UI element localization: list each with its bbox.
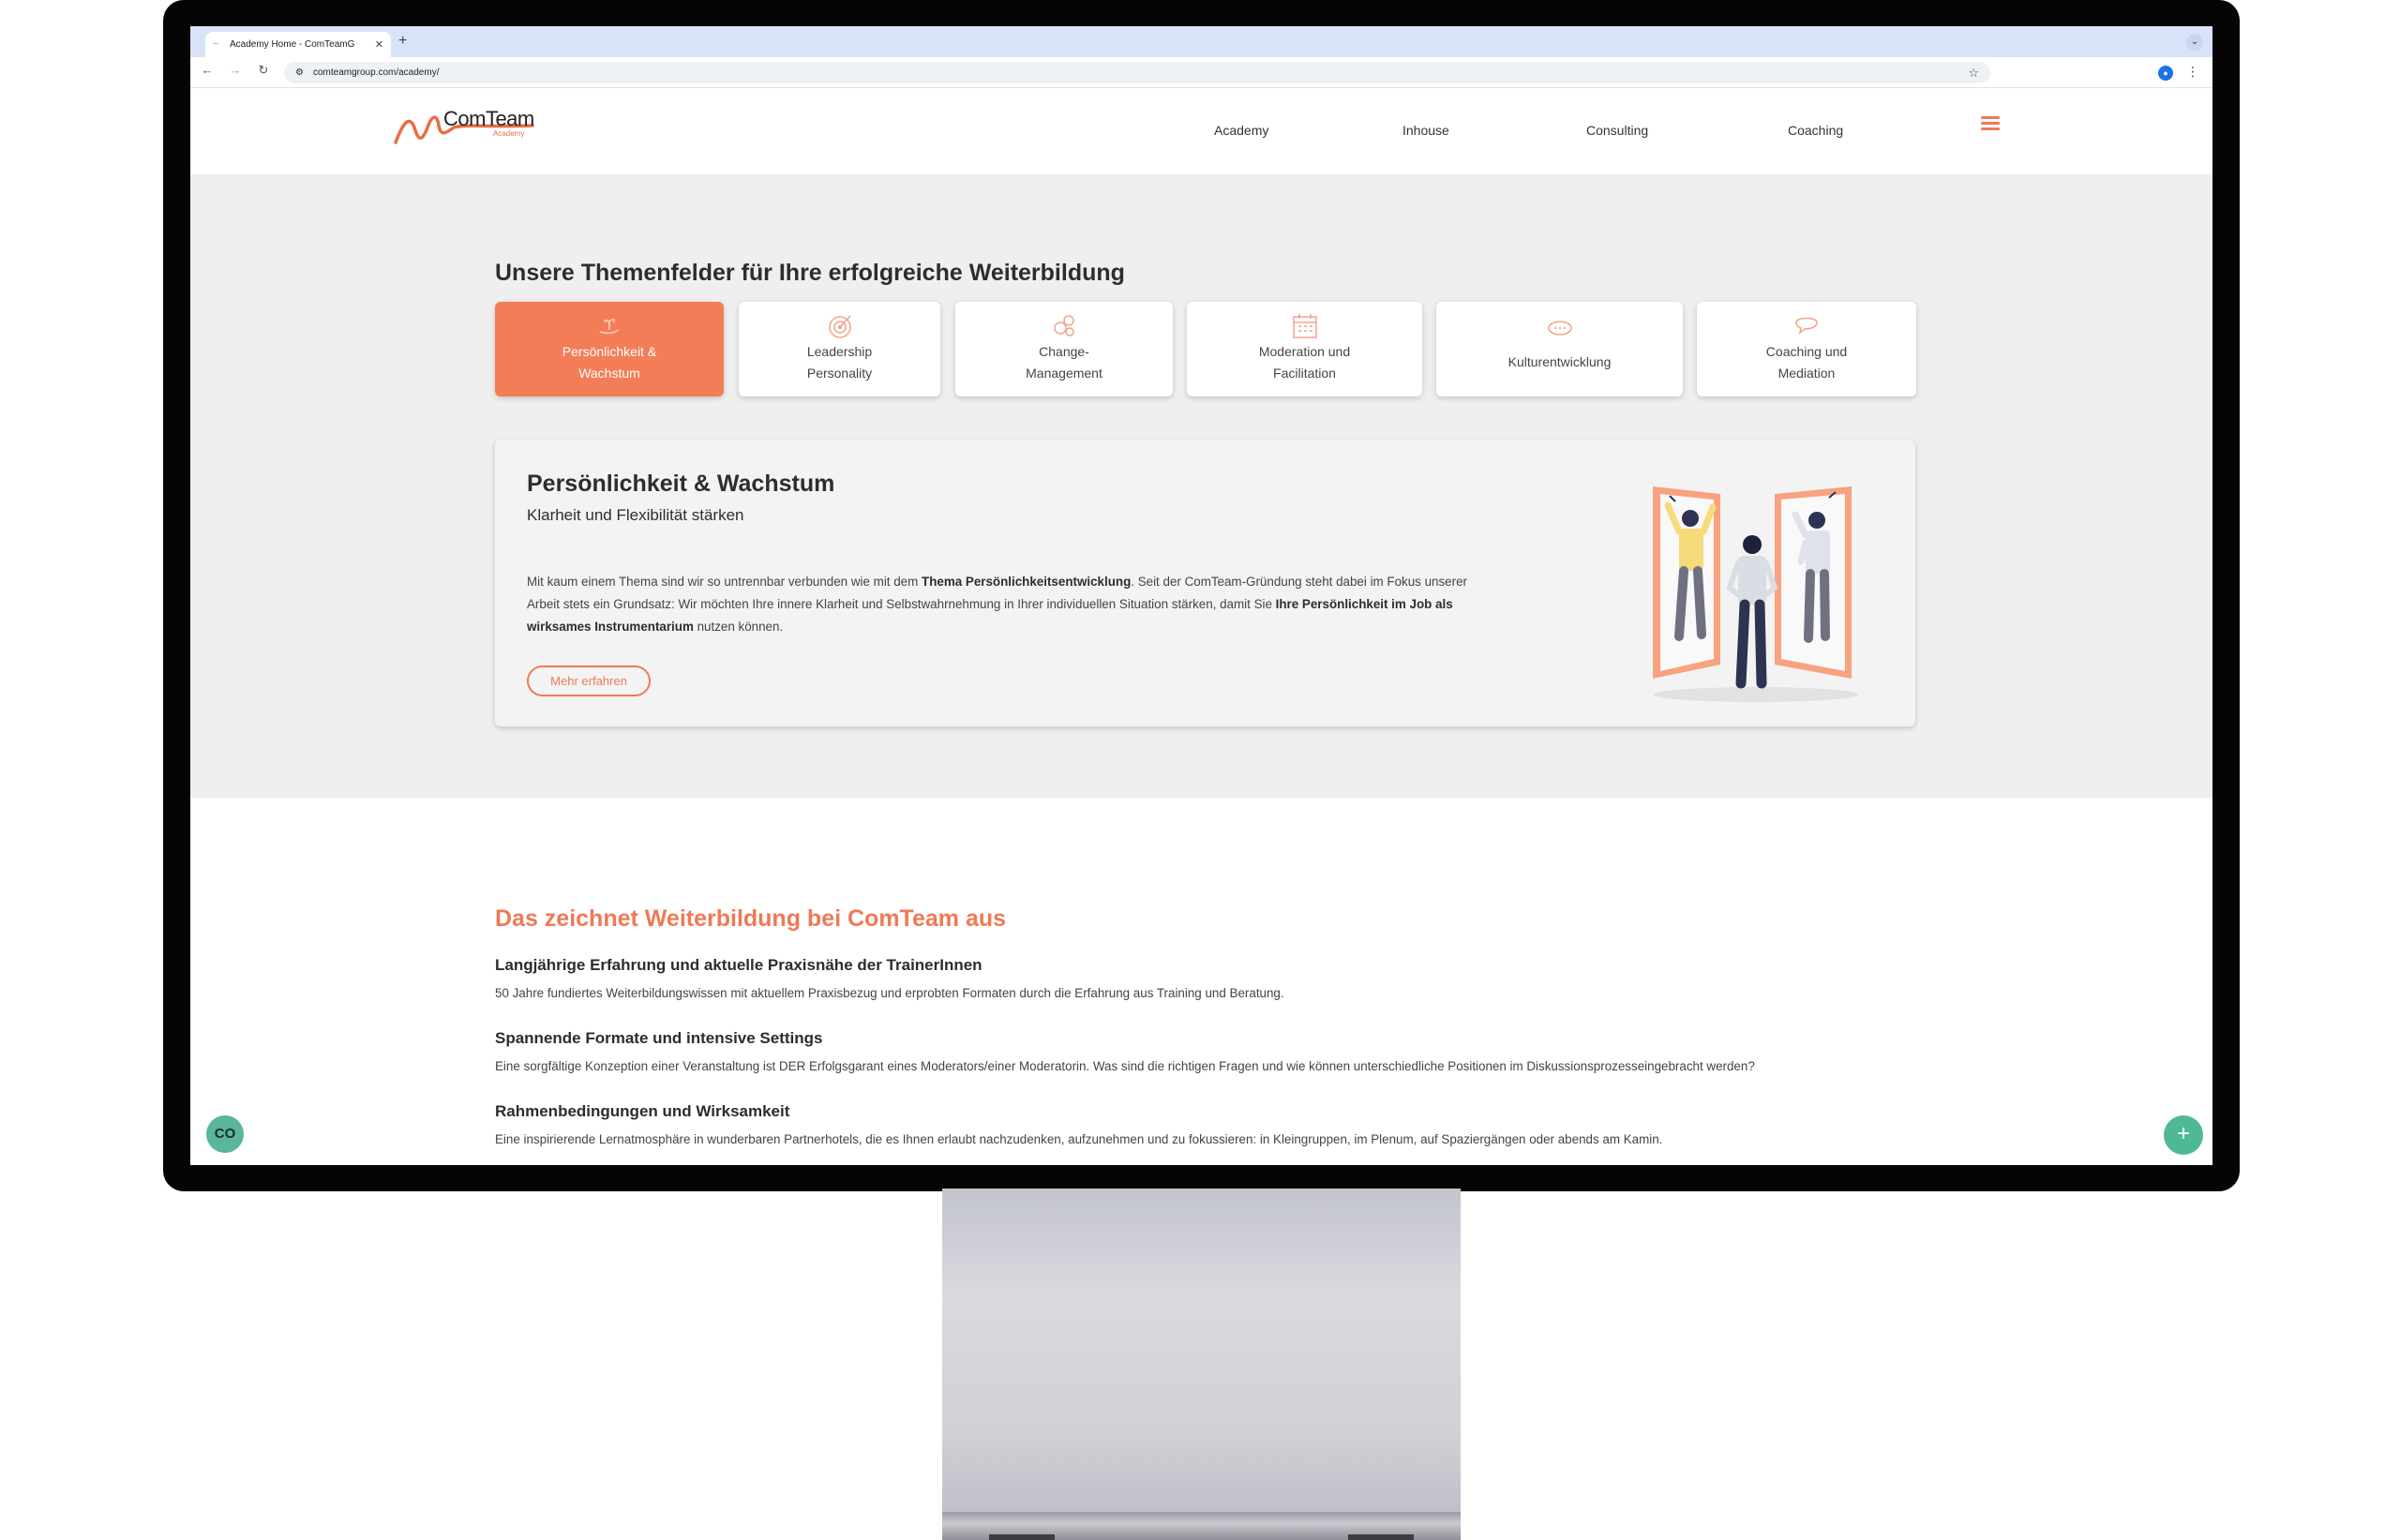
nav-consulting[interactable]: Consulting	[1586, 123, 1648, 138]
feature-text: 50 Jahre fundiertes Weiterbildungswissen…	[495, 986, 1284, 1000]
features-title: Das zeichnet Weiterbildung bei ComTeam a…	[495, 905, 1007, 932]
feature-heading: Spannende Formate und intensive Settings	[495, 1029, 823, 1047]
mehr-erfahren-button[interactable]: Mehr erfahren	[527, 665, 651, 696]
site-header: ComTeam Academy Academy Inhouse Consulti…	[190, 88, 2212, 174]
topic-card-persoenlichkeit[interactable]: Persönlichkeit & Wachstum	[495, 302, 724, 396]
topic-card-label: Coaching und Mediation	[1765, 343, 1848, 381]
topics-section: Unsere Themenfelder für Ihre erfolgreich…	[190, 174, 2212, 798]
forward-icon[interactable]: →	[226, 63, 245, 77]
topic-card-kultur[interactable]: Kulturentwicklung	[1436, 302, 1683, 396]
tab-search-icon[interactable]: ⌄	[2186, 34, 2203, 51]
hand-sprout-icon	[599, 319, 620, 335]
topics-title: Unsere Themenfelder für Ihre erfolgreich…	[495, 260, 1125, 286]
feature-heading: Langjährige Erfahrung und aktuelle Praxi…	[495, 956, 982, 974]
topic-card-label: Persönlichkeit & Wachstum	[562, 343, 657, 381]
plus-icon[interactable]: +	[2164, 1115, 2203, 1155]
url-text[interactable]: comteamgroup.com/academy/	[313, 67, 1958, 78]
topic-card-leadership[interactable]: Leadership Personality	[739, 302, 940, 396]
tab-title: Academy Home - ComTeamG	[230, 39, 355, 50]
mirror-people-illustration	[1653, 486, 1859, 702]
feature-heading: Rahmenbedingungen und Wirksamkeit	[495, 1102, 790, 1120]
logo-subtext: Academy	[493, 129, 525, 138]
topic-card-coaching[interactable]: Coaching und Mediation	[1697, 302, 1916, 396]
hamburger-icon[interactable]	[1981, 116, 2000, 133]
cookie-consent-icon[interactable]: CO	[206, 1115, 244, 1153]
nav-inhouse[interactable]: Inhouse	[1402, 123, 1449, 138]
tab-strip: ~ Academy Home - ComTeamG ✕ + ⌄	[190, 26, 2212, 57]
nav-academy[interactable]: Academy	[1214, 123, 1268, 138]
bookmark-star-icon[interactable]: ☆	[1968, 66, 1979, 81]
chat-bubbles-icon	[1547, 321, 1572, 336]
target-icon	[828, 315, 851, 338]
monitor-foot	[942, 1512, 1461, 1540]
calendar-icon	[1292, 314, 1317, 338]
topic-card-label: Kulturentwicklung	[1508, 354, 1612, 369]
profile-icon[interactable]: ●	[2158, 66, 2173, 81]
monitor-stand	[942, 1189, 1461, 1540]
reload-icon[interactable]: ↻	[254, 63, 273, 78]
browser-tab[interactable]: ~ Academy Home - ComTeamG ✕	[205, 32, 391, 57]
feature-text: Eine sorgfältige Konzeption einer Verans…	[495, 1059, 1755, 1073]
gears-icon	[1054, 315, 1074, 336]
comteam-logo[interactable]: ComTeam Academy	[392, 99, 542, 156]
topic-detail-panel: Persönlichkeit & Wachstum Klarheit und F…	[495, 440, 1915, 726]
logo-text: ComTeam	[443, 107, 534, 130]
site-info-icon[interactable]: ⚙	[295, 67, 304, 78]
browser-window: ~ Academy Home - ComTeamG ✕ + ⌄ ← → ↻ ⚙ …	[190, 26, 2212, 1165]
panel-description: Mit kaum einem Thema sind wir so untrenn…	[527, 575, 1468, 634]
nav-coaching[interactable]: Coaching	[1788, 123, 1843, 138]
topic-card-moderation[interactable]: Moderation und Facilitation	[1187, 302, 1422, 396]
feature-text: Eine inspirierende Lernatmosphäre in wun…	[495, 1132, 1663, 1146]
new-tab-button[interactable]: +	[398, 33, 407, 50]
browser-toolbar: ← → ↻ ⚙ comteamgroup.com/academy/ ☆ ● ⋮	[190, 57, 2212, 88]
topic-card-change[interactable]: Change- Management	[955, 302, 1173, 396]
panel-subtitle: Klarheit und Flexibilität stärken	[527, 506, 744, 524]
speech-bubble-icon	[1795, 317, 1818, 335]
tab-close-icon[interactable]: ✕	[375, 38, 383, 51]
topic-card-label: Moderation und Facilitation	[1258, 343, 1351, 381]
panel-title: Persönlichkeit & Wachstum	[527, 471, 835, 497]
back-icon[interactable]: ←	[198, 63, 217, 77]
favicon-icon: ~	[213, 38, 218, 50]
browser-menu-icon[interactable]: ⋮	[2186, 64, 2199, 80]
address-bar[interactable]: ⚙ comteamgroup.com/academy/ ☆	[284, 62, 1990, 83]
topic-card-label: Leadership Personality	[806, 343, 873, 381]
topic-card-label: Change- Management	[1026, 343, 1102, 381]
